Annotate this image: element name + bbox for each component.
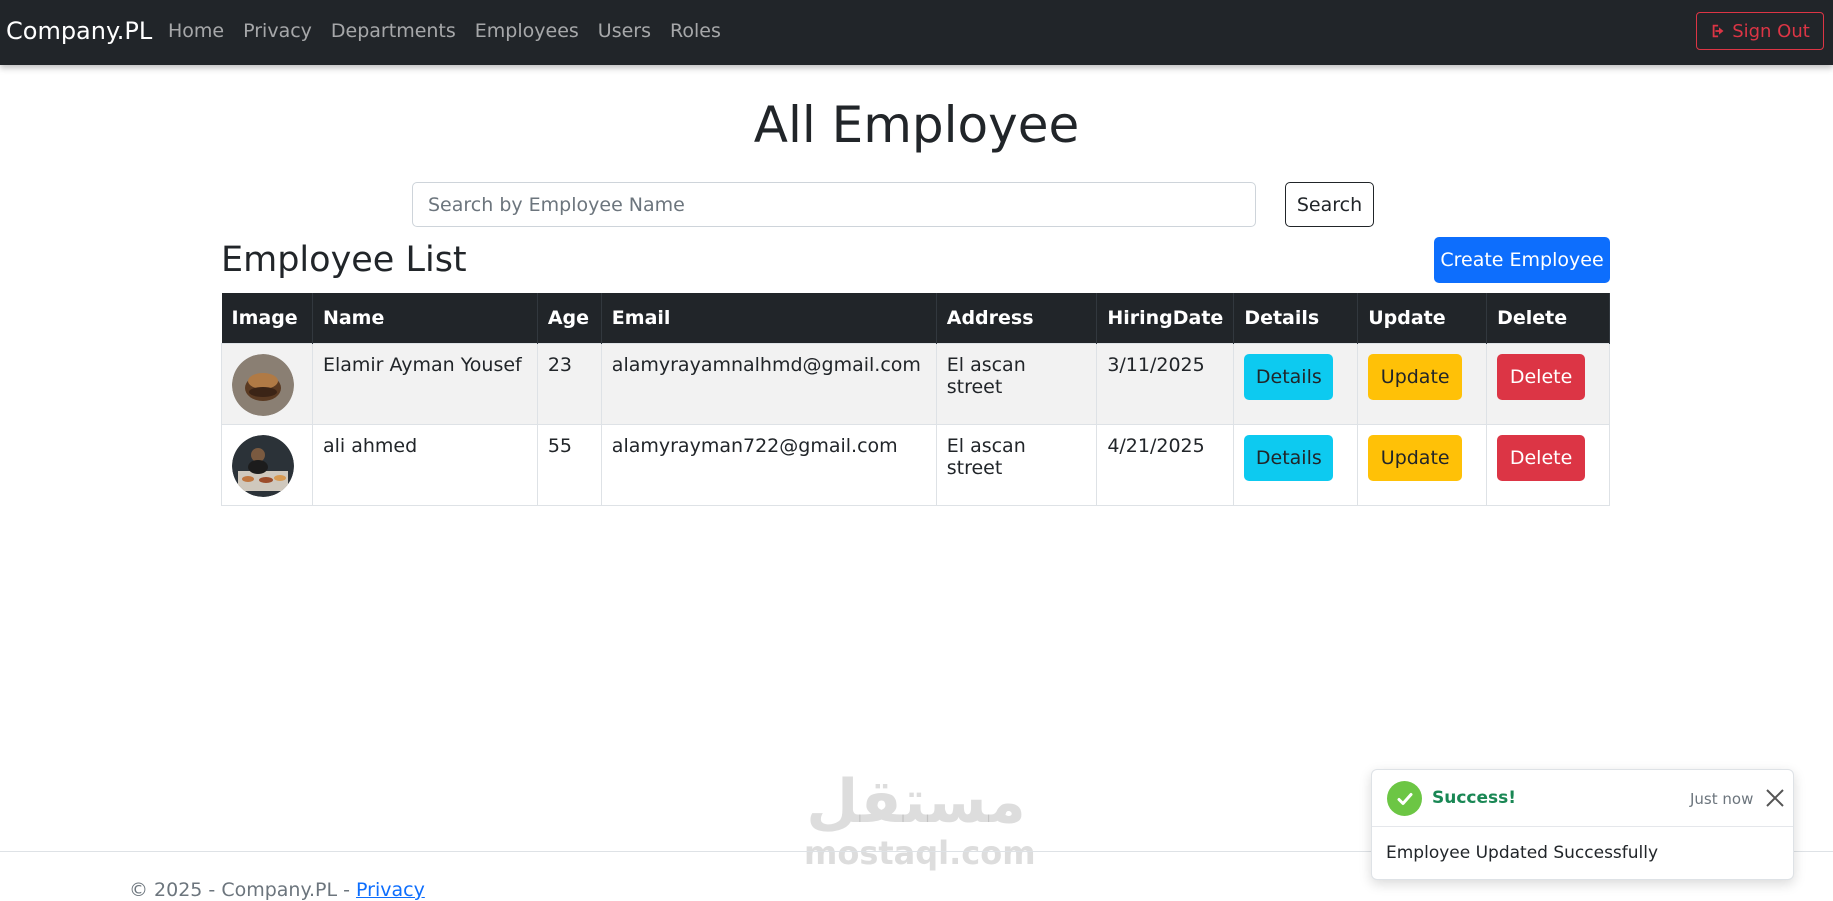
image-cell — [221, 342, 313, 425]
sign-out-label: Sign Out — [1732, 20, 1810, 42]
update-cell: Update — [1357, 423, 1488, 506]
brand-logo[interactable]: Company.PL — [6, 17, 152, 45]
details-button[interactable]: Details — [1244, 353, 1334, 400]
toast-title: Success! — [1432, 788, 1517, 808]
header-update: Update — [1357, 293, 1488, 343]
update-button[interactable]: Update — [1368, 353, 1463, 400]
watermark-arabic: مستقل — [806, 767, 1026, 837]
delete-button[interactable]: Delete — [1497, 353, 1586, 400]
nav-users[interactable]: Users — [598, 20, 651, 42]
table-row: ali ahmed 55 alamyrayman722@gmail.com El… — [221, 423, 1610, 506]
hiring-date-cell: 3/11/2025 — [1096, 342, 1235, 425]
update-button[interactable]: Update — [1368, 434, 1463, 481]
header-email: Email — [601, 293, 937, 343]
employee-table: Image Name Age Email Address HiringDate … — [221, 293, 1610, 506]
header-address: Address — [936, 293, 1098, 343]
toast-message: Employee Updated Successfully — [1386, 843, 1659, 863]
age-cell: 23 — [536, 342, 602, 425]
details-cell: Details — [1233, 423, 1359, 506]
table-header-row: Image Name Age Email Address HiringDate … — [221, 293, 1610, 343]
search-input[interactable] — [412, 182, 1256, 227]
nav-departments[interactable]: Departments — [331, 20, 456, 42]
list-title: Employee List — [221, 240, 467, 280]
details-cell: Details — [1233, 342, 1359, 425]
footer: © 2025 - Company.PL - Privacy — [129, 879, 425, 901]
header-hiring-date: HiringDate — [1096, 293, 1235, 343]
avatar — [232, 353, 294, 416]
details-button[interactable]: Details — [1244, 434, 1334, 481]
close-icon[interactable] — [1764, 787, 1786, 809]
hiring-date-cell: 4/21/2025 — [1096, 423, 1235, 506]
watermark-latin: mostaql.com — [804, 834, 1036, 872]
image-cell — [221, 423, 313, 506]
nav-privacy[interactable]: Privacy — [243, 20, 312, 42]
address-cell: El ascan street — [935, 342, 1098, 425]
toast-time: Just now — [1690, 790, 1754, 808]
search-button[interactable]: Search — [1285, 182, 1374, 227]
delete-cell: Delete — [1486, 342, 1610, 425]
header-name: Name — [312, 293, 538, 343]
email-cell: alamyrayman722@gmail.com — [600, 423, 937, 506]
name-cell: Elamir Ayman Yousef — [311, 342, 538, 425]
header-age: Age — [537, 293, 602, 343]
watermark: مستقل mostaql.com — [804, 767, 1036, 880]
name-cell: ali ahmed — [311, 423, 538, 506]
update-cell: Update — [1357, 342, 1488, 425]
create-employee-button[interactable]: Create Employee — [1434, 237, 1610, 283]
header-image: Image — [221, 293, 313, 343]
footer-privacy-link[interactable]: Privacy — [356, 879, 425, 901]
page-title: All Employee — [753, 96, 1080, 154]
table-row: Elamir Ayman Yousef 23 alamyrayamnalhmd@… — [221, 342, 1610, 425]
nav-links: Home Privacy Departments Employees Users… — [168, 20, 721, 42]
header-delete: Delete — [1486, 293, 1610, 343]
sign-out-icon — [1712, 24, 1724, 38]
avatar — [232, 434, 294, 497]
header-details: Details — [1233, 293, 1359, 343]
address-cell: El ascan street — [935, 423, 1098, 506]
nav-roles[interactable]: Roles — [670, 20, 721, 42]
delete-cell: Delete — [1486, 423, 1610, 506]
sign-out-button[interactable]: Sign Out — [1696, 12, 1824, 50]
footer-text: © 2025 - Company.PL - — [129, 879, 357, 901]
nav-employees[interactable]: Employees — [475, 20, 579, 42]
delete-button[interactable]: Delete — [1497, 434, 1586, 481]
email-cell: alamyrayamnalhmd@gmail.com — [600, 342, 937, 425]
check-icon — [1387, 781, 1422, 816]
nav-home[interactable]: Home — [168, 20, 224, 42]
toast-header: Success! Just now — [1372, 770, 1793, 827]
age-cell: 55 — [536, 423, 602, 506]
navbar: Company.PL Home Privacy Departments Empl… — [0, 0, 1833, 65]
success-toast: Success! Just now Employee Updated Succe… — [1371, 769, 1794, 880]
